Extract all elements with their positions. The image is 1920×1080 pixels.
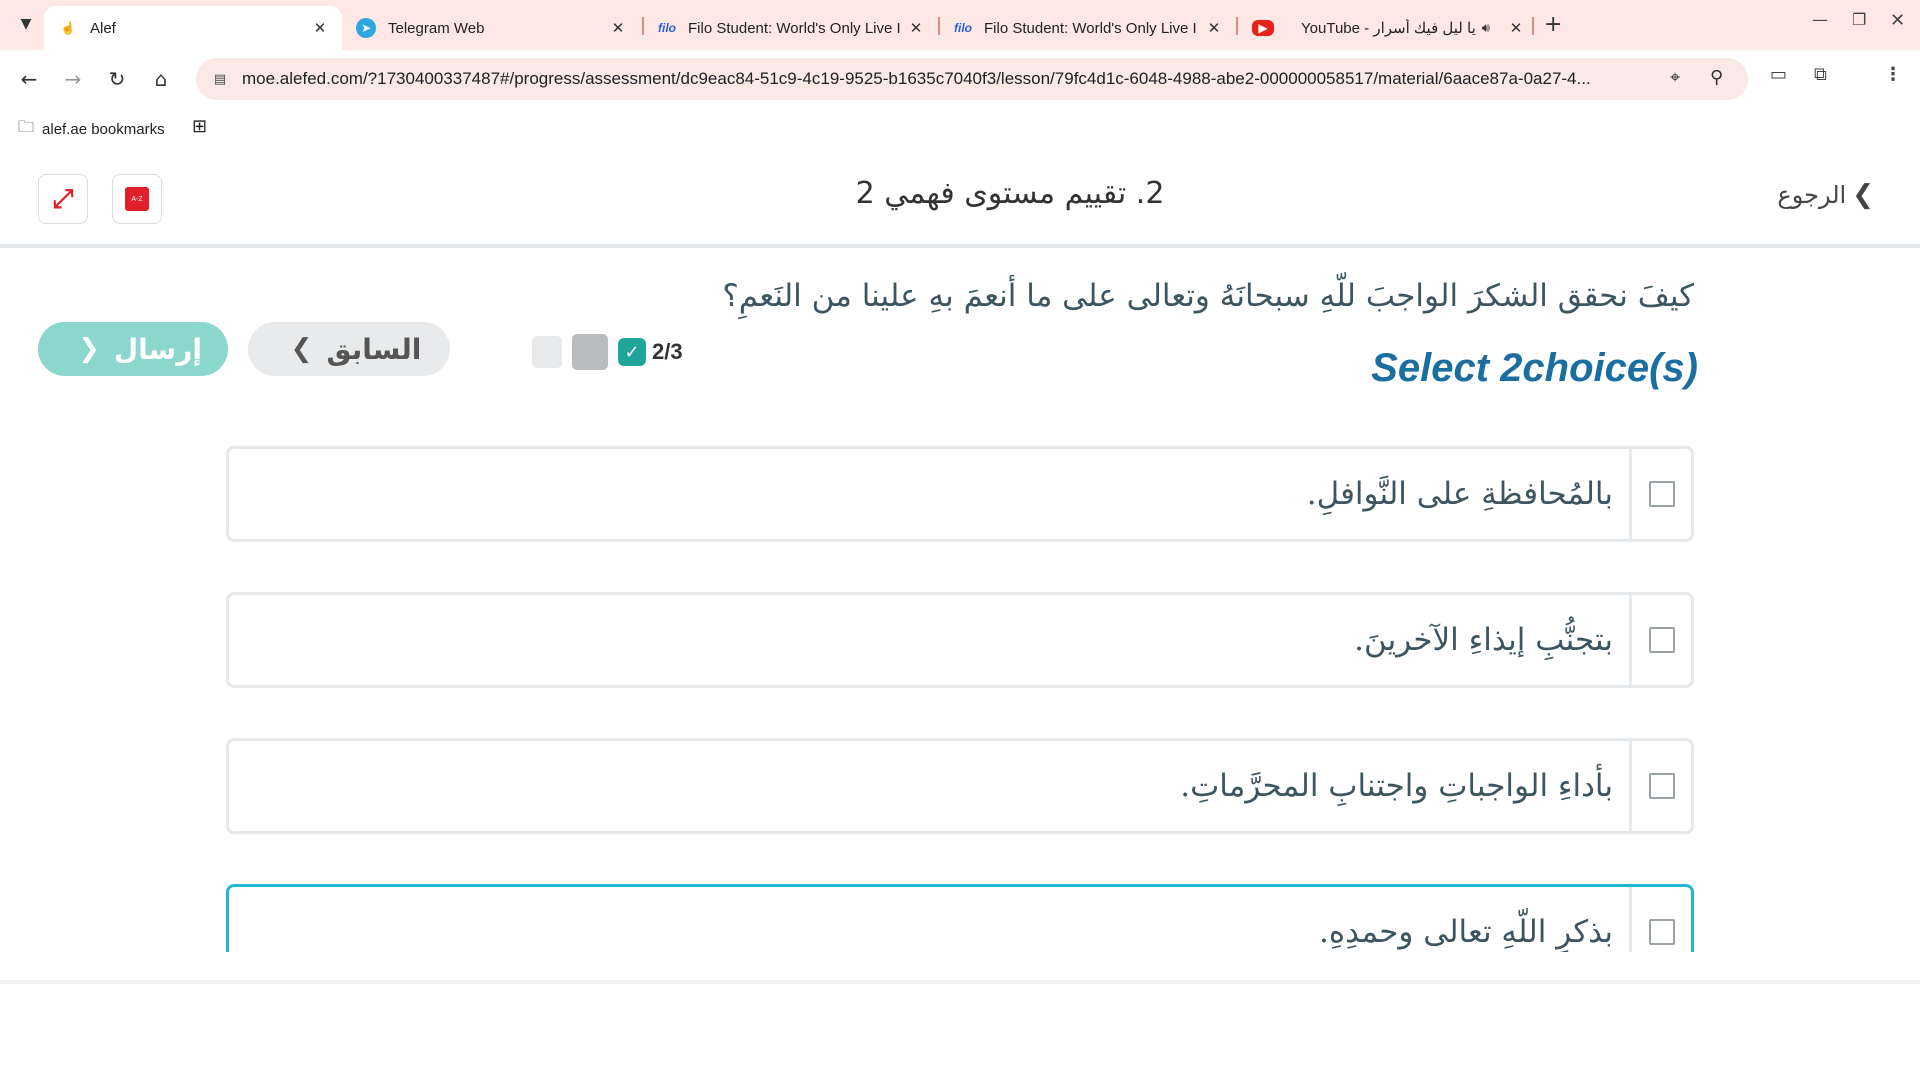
progress-step-current[interactable] [572,334,608,370]
speaker-icon[interactable]: 🔊︎ [1482,20,1490,36]
zoom-icon[interactable]: ⚲ [1710,67,1723,88]
tab-title: Telegram Web [388,19,485,37]
expand-icon: ⤢ [52,183,74,214]
checkbox[interactable] [1648,919,1675,945]
chevron-down-icon: ▼ [20,16,32,32]
hand-pointer-icon: ☝ [60,21,76,35]
close-window-icon[interactable]: ✕ [1890,10,1905,31]
forward-arrow-icon[interactable]: → [58,64,88,94]
fullscreen-button[interactable]: ⤢ [38,174,88,224]
check-icon: ✓ [618,338,646,366]
bookmarks-bar: 🗀︎ alef.ae bookmarks ⊞ [0,108,1920,150]
checkbox-cell[interactable] [1629,887,1691,952]
submit-label: إرسال [113,332,202,366]
tab-filo-1[interactable]: filo Filo Student: World's Only Live I ✕ [644,6,938,50]
tab-filo-2[interactable]: filo Filo Student: World's Only Live I ✕ [940,6,1236,50]
assessment-header: ⤢ A-Z 2. تقييم مستوى فهمي 2 ❯ الرجوع [0,150,1920,248]
tab-title: Filo Student: World's Only Live I [984,19,1197,37]
tab-alef[interactable]: ☝ Alef ✕ [44,6,342,50]
tab-title: Filo Student: World's Only Live I [688,19,901,37]
checkbox-cell[interactable] [1629,595,1691,685]
tab-strip: ▼ ☝ Alef ✕ ➤ Telegram Web ✕ filo Filo St… [0,0,1920,50]
tab-search-button[interactable]: ▼ [12,10,40,38]
option-text: بأداءِ الواجباتِ واجتنابِ المحرَّماتِ. [1180,768,1613,804]
dictionary-button[interactable]: A-Z [112,174,162,224]
checkbox-cell[interactable] [1629,449,1691,539]
option-text: بذكرِ اللّهِ تعالى وحمدِهِ. [1318,914,1613,950]
new-tab-button[interactable]: + [1544,12,1562,37]
menu-icon[interactable]: ⋮ [1884,64,1902,85]
dictionary-icon: A-Z [125,187,149,211]
option-text: بتجنُّبِ إيذاءِ الآخرينَ. [1354,622,1613,658]
instruction-text: Select 2choice(s) [1371,346,1698,390]
assessment-footer [0,980,1920,1080]
back-button[interactable]: ❯ الرجوع [1777,180,1874,210]
youtube-icon: ▶ [1252,20,1274,36]
progress-step[interactable] [532,336,562,368]
filo-icon: filo [954,21,972,35]
home-icon[interactable]: ⌂ [146,64,176,94]
apps-grid-icon[interactable]: ⊞ [192,116,207,137]
option-2[interactable]: بتجنُّبِ إيذاءِ الآخرينَ. [226,592,1694,688]
site-info-icon[interactable]: ▤ [210,69,230,89]
option-4[interactable]: بذكرِ اللّهِ تعالى وحمدِهِ. [226,884,1694,952]
back-arrow-icon[interactable]: ← [14,64,44,94]
previous-button[interactable]: السابق ❯ [248,322,450,376]
option-1[interactable]: بالمُحافظةِ على النَّوافلِ. [226,446,1694,542]
bookmark-folder[interactable]: 🗀︎ alef.ae bookmarks [18,116,165,143]
restore-icon[interactable]: ❐ [1852,10,1866,29]
close-icon[interactable]: ✕ [606,16,630,40]
url-text[interactable]: moe.alefed.com/?1730400337487#/progress/… [242,69,1682,89]
reload-icon[interactable]: ↻ [102,64,132,94]
question-progress: ✓ 2/3 [532,334,683,370]
location-pin-icon[interactable]: ⌖ [1670,67,1680,88]
options-list: بالمُحافظةِ على النَّوافلِ. بتجنُّبِ إيذ… [0,446,1920,952]
submit-button[interactable]: إرسال ❮ [38,322,228,376]
question-text: كيفَ نحقق الشكرَ الواجبَ للّهِ سبحانَهُ … [722,278,1694,314]
checkbox[interactable] [1648,627,1675,653]
tab-youtube[interactable]: ▶ YouTube - يا ليل فيك أسرار 🔊︎ ✕ [1238,6,1538,50]
checkbox-cell[interactable] [1629,741,1691,831]
folder-icon: 🗀︎ [18,119,35,136]
back-label: الرجوع [1777,181,1847,209]
address-bar[interactable]: ▤ moe.alefed.com/?1730400337487#/progres… [196,58,1748,100]
close-icon[interactable]: ✕ [1202,16,1226,40]
bookmark-label: alef.ae bookmarks [42,121,165,138]
tab-title: Alef [90,19,116,37]
close-icon[interactable]: ✕ [904,16,928,40]
checkbox[interactable] [1648,481,1675,507]
page-title: 2. تقييم مستوى فهمي 2 [855,176,1165,211]
close-icon[interactable]: ✕ [1504,16,1528,40]
progress-count: 2/3 [652,339,683,364]
close-icon[interactable]: ✕ [308,16,332,40]
tab-separator [1532,17,1534,35]
chevron-right-icon: ❯ [1852,180,1874,210]
tab-title: YouTube - يا ليل فيك أسرار [1301,20,1476,37]
minimize-icon[interactable]: — [1812,10,1828,29]
tab-telegram[interactable]: ➤ Telegram Web ✕ [342,6,640,50]
chevron-left-icon: ❮ [78,334,100,364]
previous-label: السابق [326,332,422,366]
checkbox[interactable] [1648,773,1675,799]
telegram-icon: ➤ [356,18,376,38]
option-3[interactable]: بأداءِ الواجباتِ واجتنابِ المحرَّماتِ. [226,738,1694,834]
page-content: ⤢ A-Z 2. تقييم مستوى فهمي 2 ❯ الرجوع كيف… [0,150,1920,1080]
extensions-icon[interactable]: ⧉ [1814,64,1827,85]
cast-icon[interactable]: ▭ [1770,64,1787,85]
chevron-right-icon: ❯ [290,334,313,364]
option-text: بالمُحافظةِ على النَّوافلِ. [1306,476,1613,512]
filo-icon: filo [658,21,676,35]
browser-toolbar: ← → ↻ ⌂ ▤ moe.alefed.com/?1730400337487#… [0,50,1920,108]
